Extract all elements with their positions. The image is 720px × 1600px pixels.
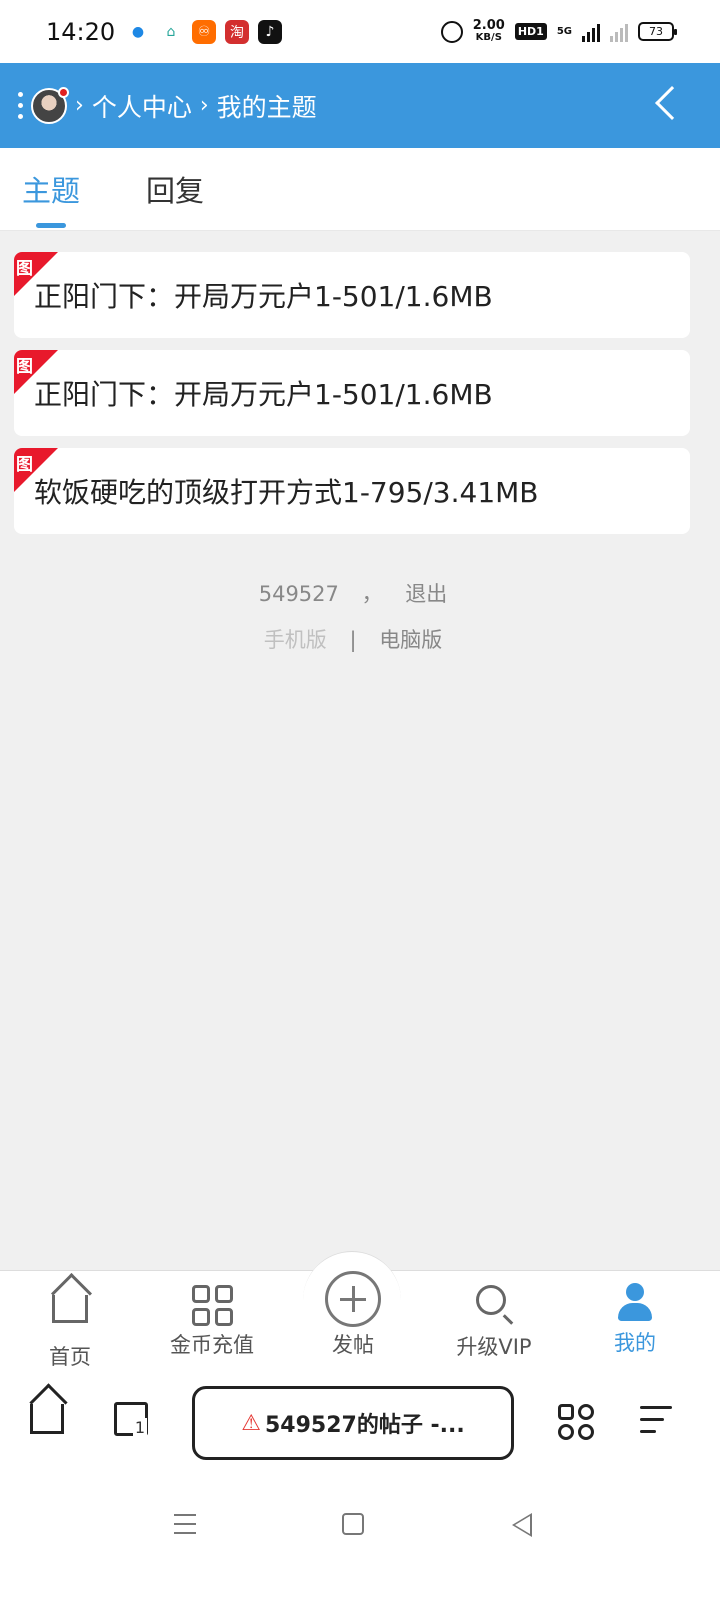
tab-bar: 主题 回复: [0, 148, 720, 231]
signal-2-icon: [610, 22, 628, 42]
footer-username[interactable]: 549527: [259, 582, 339, 606]
warning-icon: ⚠: [241, 1410, 261, 1436]
breadcrumb-personal-center[interactable]: 个人中心: [92, 88, 192, 124]
back-triangle-icon[interactable]: [512, 1513, 532, 1537]
status-time: 14:20: [46, 17, 116, 46]
nav-post-label: 发帖: [332, 1333, 374, 1357]
tiktok-icon: ♪: [258, 19, 282, 44]
tab-topics[interactable]: 主题: [22, 168, 80, 228]
topic-list: 图 正阳门下：开局万元户1-501/1.6MB 图 正阳门下：开局万元户1-50…: [14, 252, 690, 546]
nav-vip[interactable]: 升级VIP: [434, 1283, 554, 1361]
browser-tabs-icon[interactable]: 1: [114, 1402, 148, 1437]
mobile-version-link[interactable]: 手机版: [264, 628, 327, 652]
kuaishou-icon: ♾: [192, 19, 216, 44]
recent-apps-icon[interactable]: [174, 1514, 196, 1541]
footer-comma: ，: [361, 582, 383, 606]
image-tag-label: 图: [16, 357, 33, 377]
browser-home-icon[interactable]: [30, 1404, 64, 1434]
image-tag-label: 图: [16, 455, 33, 475]
topic-title[interactable]: 软饭硬吃的顶级打开方式1-795/3.41MB: [34, 471, 539, 511]
grid-icon: [191, 1283, 233, 1326]
net-speed-unit: KB/S: [475, 31, 502, 43]
net-speed: 2.00 KB/S: [472, 17, 505, 44]
list-item[interactable]: 图 正阳门下：开局万元户1-501/1.6MB: [14, 252, 690, 338]
signal-icon: [582, 22, 600, 42]
notification-dot: [58, 86, 69, 98]
topic-title[interactable]: 正阳门下：开局万元户1-501/1.6MB: [34, 373, 493, 413]
taobao-icon: 淘: [225, 19, 249, 44]
page-title: 549527的帖子 -...: [265, 1413, 465, 1438]
version-footer: 手机版 | 电脑版: [0, 624, 706, 654]
nav-mine[interactable]: 我的: [575, 1283, 695, 1357]
battery-icon: 73: [638, 22, 677, 41]
hd-icon: HD1: [514, 23, 547, 40]
system-nav-bar: [0, 1480, 720, 1600]
network-type: 5G: [556, 26, 572, 37]
avatar[interactable]: [31, 86, 69, 124]
home-square-icon[interactable]: [342, 1513, 364, 1535]
app-blue-circle-icon: ●: [126, 19, 150, 44]
breadcrumb-my-topics: 我的主题: [216, 92, 317, 122]
user-footer: 549527 ， 退出: [0, 578, 706, 608]
nav-post[interactable]: 发帖: [293, 1271, 413, 1359]
plus-circle-icon: [325, 1271, 381, 1327]
app-home-icon: ⌂: [159, 19, 183, 44]
desktop-version-link[interactable]: 电脑版: [379, 628, 442, 652]
bottom-nav: 首页 金币充值 发帖 升级VIP 我的: [0, 1251, 720, 1369]
notification-icons: ● ⌂ ♾ 淘 ♪: [126, 19, 282, 44]
image-tag-label: 图: [16, 259, 33, 279]
nav-recharge-label: 金币充值: [170, 1333, 254, 1357]
nav-vip-label: 升级VIP: [456, 1335, 532, 1359]
breadcrumb-separator: ›: [199, 93, 209, 118]
search-icon: [473, 1285, 515, 1327]
logout-link[interactable]: 退出: [405, 582, 447, 606]
nav-recharge[interactable]: 金币充值: [152, 1283, 272, 1359]
address-bar[interactable]: ⚠ 549527的帖子 -...: [192, 1386, 514, 1460]
back-chevron-icon[interactable]: [655, 86, 689, 120]
more-dots-icon[interactable]: [18, 92, 23, 119]
page-header: › 个人中心 › 我的主题: [0, 63, 720, 148]
nav-home[interactable]: 首页: [10, 1283, 130, 1371]
browser-apps-icon[interactable]: [558, 1404, 594, 1440]
tab-count: 1: [132, 1418, 147, 1437]
alarm-icon: [440, 20, 463, 43]
net-speed-value: 2.00: [472, 17, 505, 33]
list-item[interactable]: 图 正阳门下：开局万元户1-501/1.6MB: [14, 350, 690, 436]
home-icon: [49, 1295, 91, 1337]
browser-toolbar: 1 ⚠ 549527的帖子 -...: [0, 1366, 720, 1480]
topic-title[interactable]: 正阳门下：开局万元户1-501/1.6MB: [34, 275, 493, 315]
tab-replies[interactable]: 回复: [146, 168, 204, 210]
breadcrumb-separator: ›: [75, 93, 84, 118]
browser-menu-icon[interactable]: [640, 1406, 672, 1442]
footer-divider: |: [349, 628, 357, 652]
list-item[interactable]: 图 软饭硬吃的顶级打开方式1-795/3.41MB: [14, 448, 690, 534]
nav-mine-label: 我的: [614, 1331, 656, 1355]
person-icon: [615, 1283, 655, 1323]
status-bar: 14:20 ● ⌂ ♾ 淘 ♪ 2.00 KB/S HD1 5G 73: [0, 0, 720, 63]
